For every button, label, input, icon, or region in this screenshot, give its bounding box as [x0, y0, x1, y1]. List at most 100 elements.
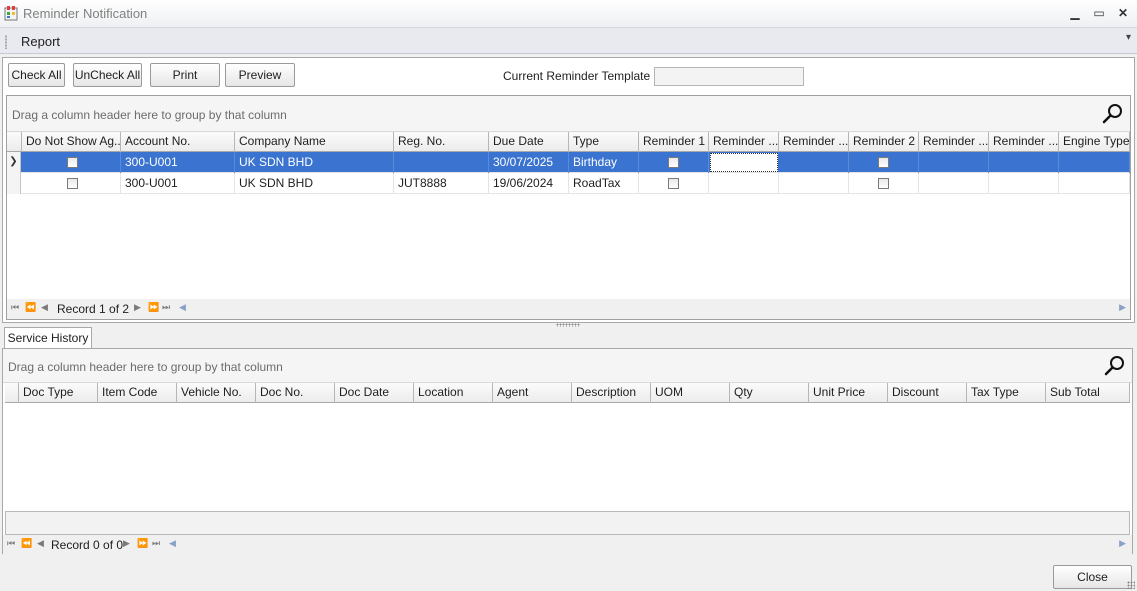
menu-report[interactable]: Report [21, 34, 60, 49]
company-name-cell[interactable]: UK SDN BHD [235, 152, 394, 173]
next-page-icon[interactable]: ⏩ [148, 302, 159, 313]
first-record-icon[interactable]: ⏮ [7, 538, 15, 549]
type-cell[interactable]: RoadTax [569, 173, 639, 194]
column-header[interactable]: Sub Total [1046, 383, 1130, 403]
column-header[interactable]: Doc Type [19, 383, 98, 403]
scroll-right-icon[interactable]: ▶ [1119, 538, 1126, 549]
toolbar-grip[interactable] [5, 35, 7, 49]
scroll-left-icon[interactable]: ◀ [169, 538, 176, 549]
column-header[interactable]: Reminder 1 [639, 132, 709, 152]
resize-grip[interactable] [1127, 581, 1135, 589]
checkbox[interactable] [668, 157, 679, 168]
column-header[interactable]: Engine Type [1059, 132, 1130, 152]
search-icon[interactable] [1104, 355, 1126, 377]
next-record-icon[interactable]: ▶ [123, 538, 130, 549]
column-header[interactable]: Doc No. [256, 383, 335, 403]
reminder-2-cell[interactable] [849, 152, 919, 173]
minimize-icon[interactable]: ▁ [1066, 4, 1084, 22]
checkbox[interactable] [67, 157, 78, 168]
focused-cell[interactable] [710, 153, 778, 172]
reminder-cell[interactable] [779, 173, 849, 194]
menu-overflow-icon[interactable]: ▾ [1126, 32, 1131, 43]
reminder-cell[interactable] [989, 152, 1059, 173]
column-header[interactable]: Reg. No. [394, 132, 489, 152]
column-header[interactable]: Account No. [121, 132, 235, 152]
checkbox[interactable] [878, 178, 889, 189]
prev-page-icon[interactable]: ⏪ [25, 302, 36, 313]
reg-no-cell[interactable]: JUT8888 [394, 173, 489, 194]
template-field[interactable] [654, 67, 804, 86]
checkbox[interactable] [878, 157, 889, 168]
next-record-icon[interactable]: ▶ [134, 302, 141, 313]
prev-record-icon[interactable]: ◀ [41, 302, 48, 313]
column-header[interactable]: Discount [888, 383, 967, 403]
last-record-icon[interactable]: ⏭ [152, 538, 160, 549]
engine-type-cell[interactable] [1059, 173, 1130, 194]
column-header[interactable]: Doc Date [335, 383, 414, 403]
group-panel[interactable]: Drag a column header here to group by th… [3, 349, 1132, 383]
reminder-cell[interactable] [779, 152, 849, 173]
column-header[interactable]: Due Date [489, 132, 569, 152]
column-header[interactable]: Vehicle No. [177, 383, 256, 403]
do-not-show-cell[interactable] [22, 173, 121, 194]
scroll-left-icon[interactable]: ◀ [179, 302, 186, 313]
next-page-icon[interactable]: ⏩ [137, 538, 148, 549]
reminder-cell[interactable] [709, 173, 779, 194]
prev-page-icon[interactable]: ⏪ [21, 538, 32, 549]
column-header[interactable]: Reminder ... [989, 132, 1059, 152]
footer-summary-bar [5, 511, 1130, 535]
column-header[interactable]: Qty [730, 383, 809, 403]
print-button[interactable]: Print [150, 63, 220, 87]
column-header[interactable]: Location [414, 383, 493, 403]
search-icon[interactable] [1102, 103, 1124, 125]
close-icon[interactable]: ✕ [1114, 4, 1132, 22]
column-header[interactable]: Company Name [235, 132, 394, 152]
reminder-cell[interactable] [919, 152, 989, 173]
column-header[interactable]: UOM [651, 383, 730, 403]
engine-type-cell[interactable] [1059, 152, 1130, 173]
reminder-cell[interactable] [989, 173, 1059, 194]
account-no-cell[interactable]: 300-U001 [121, 173, 235, 194]
first-record-icon[interactable]: ⏮ [11, 302, 19, 313]
reminder-cell[interactable] [919, 173, 989, 194]
column-header[interactable]: Tax Type [967, 383, 1046, 403]
prev-record-icon[interactable]: ◀ [37, 538, 44, 549]
service-history-panel: Drag a column header here to group by th… [2, 348, 1133, 555]
checkbox[interactable] [67, 178, 78, 189]
maximize-icon[interactable]: ▭ [1090, 4, 1108, 22]
account-no-cell[interactable]: 300-U001 [121, 152, 235, 173]
due-date-cell[interactable]: 19/06/2024 [489, 173, 569, 194]
close-button[interactable]: Close [1053, 565, 1132, 589]
column-header[interactable]: Do Not Show Ag... [22, 132, 121, 152]
do-not-show-cell[interactable] [22, 152, 121, 173]
check-all-button[interactable]: Check All [8, 63, 65, 87]
column-header[interactable]: Reminder ... [919, 132, 989, 152]
tab-service-history[interactable]: Service History [4, 327, 92, 349]
company-name-cell[interactable]: UK SDN BHD [235, 173, 394, 194]
column-header[interactable]: Description [572, 383, 651, 403]
reminder-1-cell[interactable] [639, 173, 709, 194]
scroll-right-icon[interactable]: ▶ [1119, 302, 1126, 313]
type-cell[interactable]: Birthday [569, 152, 639, 173]
uncheck-all-button[interactable]: UnCheck All [73, 63, 142, 87]
preview-button[interactable]: Preview [225, 63, 295, 87]
column-header[interactable]: Reminder 2 [849, 132, 919, 152]
column-header[interactable]: Reminder ... [709, 132, 779, 152]
reg-no-cell[interactable] [394, 152, 489, 173]
table-row[interactable]: 300-U001 UK SDN BHD JUT8888 19/06/2024 R… [7, 173, 1130, 194]
reminder-1-cell[interactable] [639, 152, 709, 173]
column-header[interactable]: Item Code [98, 383, 177, 403]
reminder-2-cell[interactable] [849, 173, 919, 194]
group-hint: Drag a column header here to group by th… [8, 360, 283, 374]
table-row[interactable]: ❯ 300-U001 UK SDN BHD 30/07/2025 Birthda… [7, 152, 1130, 173]
record-counter: Record 0 of 0 [51, 538, 124, 552]
column-header[interactable]: Type [569, 132, 639, 152]
column-header[interactable]: Unit Price [809, 383, 888, 403]
checkbox[interactable] [668, 178, 679, 189]
column-header[interactable]: Reminder ... [779, 132, 849, 152]
group-panel[interactable]: Drag a column header here to group by th… [7, 96, 1130, 132]
splitter-handle[interactable] [556, 323, 580, 327]
column-header[interactable]: Agent [493, 383, 572, 403]
last-record-icon[interactable]: ⏭ [162, 302, 170, 313]
due-date-cell[interactable]: 30/07/2025 [489, 152, 569, 173]
